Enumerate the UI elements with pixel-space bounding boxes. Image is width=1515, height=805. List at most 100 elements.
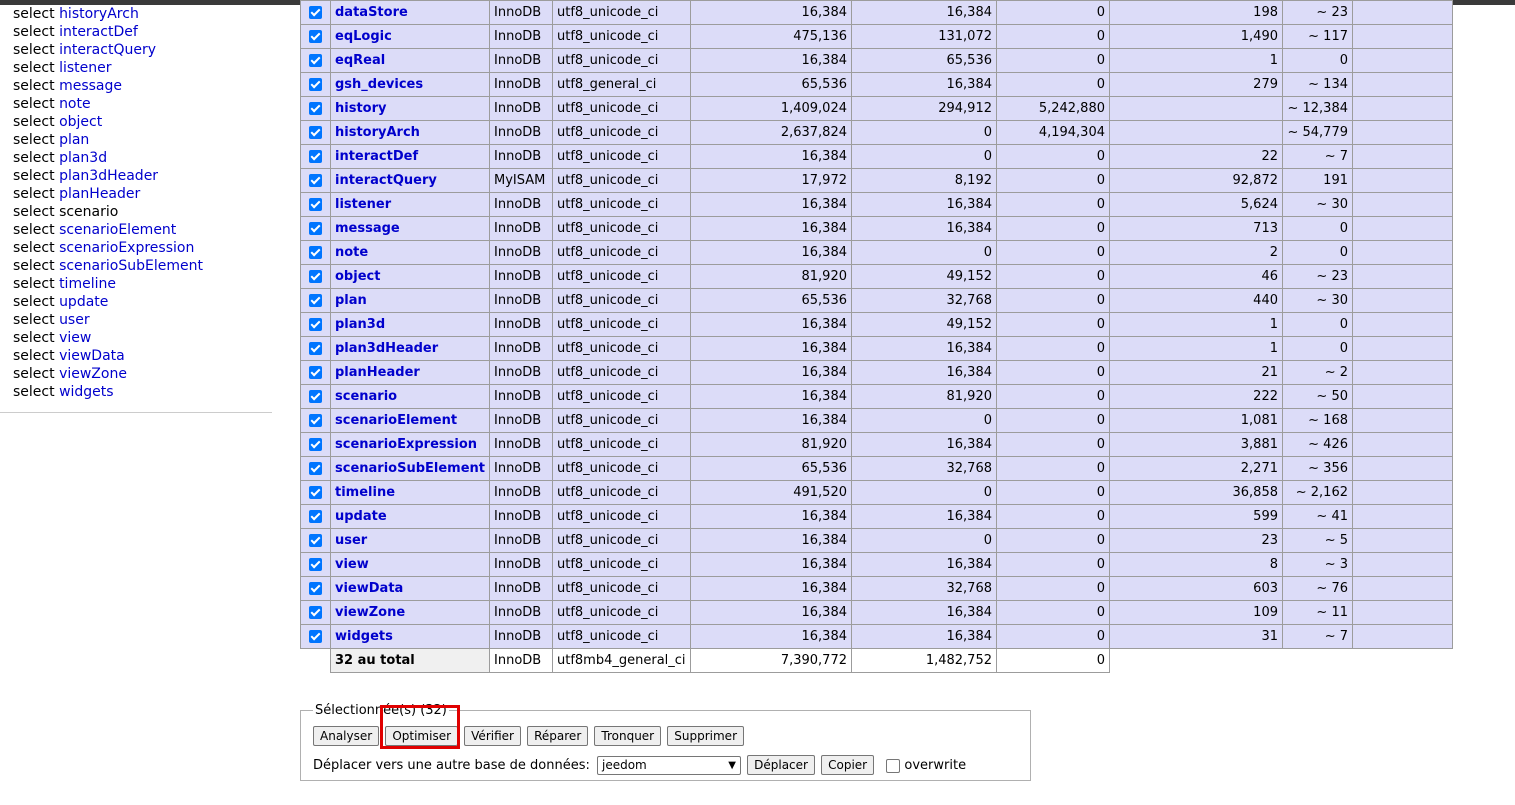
move-button[interactable]: Déplacer [747,755,815,775]
select-link[interactable]: select [13,330,55,346]
table-name-link[interactable]: plan3dHeader [335,341,438,356]
table-link[interactable]: widgets [59,384,114,400]
table-name-link[interactable]: interactQuery [335,173,437,188]
table-name-link[interactable]: update [335,509,387,524]
copy-button[interactable]: Copier [821,755,875,775]
row-checkbox[interactable] [309,6,322,19]
table-link[interactable]: scenario [59,204,118,220]
row-checkbox[interactable] [309,294,322,307]
table-link[interactable]: scenarioElement [59,222,176,238]
row-checkbox[interactable] [309,78,322,91]
select-link[interactable]: select [13,96,55,112]
table-link[interactable]: view [59,330,91,346]
table-link[interactable]: viewData [59,348,125,364]
select-link[interactable]: select [13,294,55,310]
table-link[interactable]: planHeader [59,186,140,202]
table-name-link[interactable]: scenarioExpression [335,437,477,452]
row-checkbox[interactable] [309,342,322,355]
table-name-link[interactable]: viewData [335,581,403,596]
select-link[interactable]: select [13,132,55,148]
select-link[interactable]: select [13,276,55,292]
select-link[interactable]: select [13,348,55,364]
table-name-link[interactable]: object [335,269,380,284]
row-checkbox[interactable] [309,318,322,331]
table-name-link[interactable]: scenarioElement [335,413,457,428]
select-link[interactable]: select [13,150,55,166]
row-checkbox[interactable] [309,246,322,259]
select-link[interactable]: select [13,312,55,328]
row-checkbox[interactable] [309,582,322,595]
row-checkbox[interactable] [309,126,322,139]
table-link[interactable]: timeline [59,276,116,292]
table-name-link[interactable]: listener [335,197,391,212]
row-checkbox[interactable] [309,366,322,379]
row-checkbox[interactable] [309,198,322,211]
select-link[interactable]: select [13,60,55,76]
delete-button[interactable]: Supprimer [667,726,744,746]
select-link[interactable]: select [13,258,55,274]
truncate-button[interactable]: Tronquer [594,726,662,746]
row-checkbox[interactable] [309,174,322,187]
row-checkbox[interactable] [309,606,322,619]
select-link[interactable]: select [13,114,55,130]
table-name-link[interactable]: scenarioSubElement [335,461,485,476]
row-checkbox[interactable] [309,462,322,475]
table-name-link[interactable]: historyArch [335,125,420,140]
database-select[interactable]: jeedom ▼ [596,756,741,775]
row-checkbox[interactable] [309,438,322,451]
row-checkbox[interactable] [309,102,322,115]
select-link[interactable]: select [13,384,55,400]
select-link[interactable]: select [13,78,55,94]
row-checkbox[interactable] [309,150,322,163]
select-link[interactable]: select [13,42,55,58]
table-name-link[interactable]: view [335,557,369,572]
check-button[interactable]: Vérifier [464,726,521,746]
row-checkbox[interactable] [309,30,322,43]
row-checkbox[interactable] [309,510,322,523]
row-checkbox[interactable] [309,414,322,427]
select-link[interactable]: select [13,168,55,184]
table-name-link[interactable]: gsh_devices [335,77,423,92]
select-link[interactable]: select [13,366,55,382]
table-link[interactable]: plan3d [59,150,107,166]
table-link[interactable]: listener [59,60,111,76]
analyze-button[interactable]: Analyser [313,726,380,746]
select-link[interactable]: select [13,6,55,22]
repair-button[interactable]: Réparer [527,726,589,746]
table-name-link[interactable]: scenario [335,389,397,404]
row-checkbox[interactable] [309,486,322,499]
select-link[interactable]: select [13,240,55,256]
select-link[interactable]: select [13,204,55,220]
row-checkbox[interactable] [309,534,322,547]
select-link[interactable]: select [13,24,55,40]
table-name-link[interactable]: user [335,533,367,548]
table-link[interactable]: interactDef [59,24,138,40]
table-link[interactable]: update [59,294,108,310]
select-link[interactable]: select [13,222,55,238]
row-checkbox[interactable] [309,270,322,283]
table-link[interactable]: scenarioSubElement [59,258,203,274]
row-checkbox[interactable] [309,390,322,403]
table-name-link[interactable]: note [335,245,368,260]
table-link[interactable]: user [59,312,90,328]
table-name-link[interactable]: dataStore [335,5,408,20]
table-name-link[interactable]: history [335,101,386,116]
row-checkbox[interactable] [309,630,322,643]
table-link[interactable]: historyArch [59,6,139,22]
table-name-link[interactable]: interactDef [335,149,418,164]
table-link[interactable]: note [59,96,91,112]
table-name-link[interactable]: plan [335,293,367,308]
table-name-link[interactable]: planHeader [335,365,420,380]
table-name-link[interactable]: timeline [335,485,395,500]
table-name-link[interactable]: message [335,221,400,236]
overwrite-checkbox[interactable] [886,758,901,773]
table-name-link[interactable]: eqLogic [335,29,392,44]
table-name-link[interactable]: plan3d [335,317,385,332]
row-checkbox[interactable] [309,558,322,571]
table-name-link[interactable]: viewZone [335,605,405,620]
table-link[interactable]: interactQuery [59,42,156,58]
row-checkbox[interactable] [309,222,322,235]
table-name-link[interactable]: widgets [335,629,393,644]
table-link[interactable]: object [59,114,102,130]
table-link[interactable]: message [59,78,122,94]
